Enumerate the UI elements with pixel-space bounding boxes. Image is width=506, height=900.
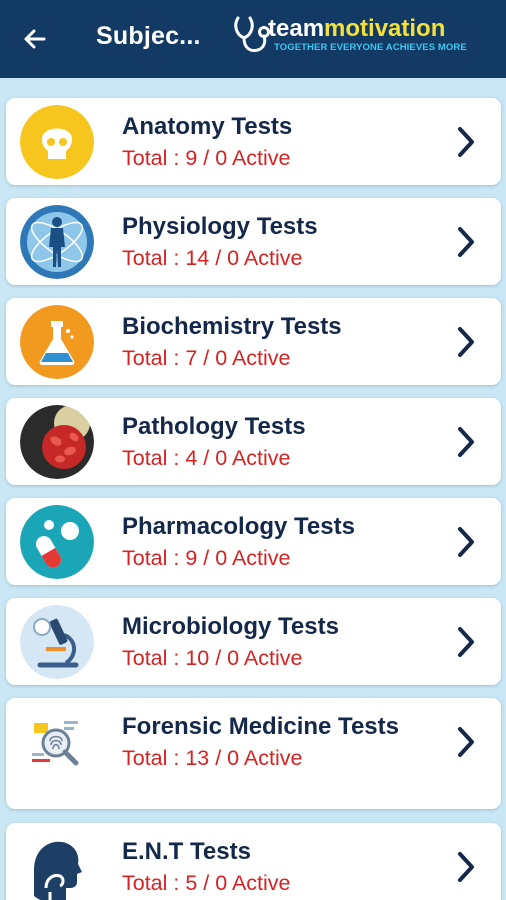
subject-card-pathology[interactable]: Pathology Tests Total : 4 / 0 Active — [6, 398, 501, 485]
subject-title: Forensic Medicine Tests — [122, 713, 399, 740]
subject-card-anatomy[interactable]: Anatomy Tests Total : 9 / 0 Active — [6, 98, 501, 185]
back-button[interactable] — [18, 22, 52, 56]
subject-title: E.N.T Tests — [122, 838, 251, 865]
microscope-icon — [20, 605, 94, 679]
subject-count: Total : 14 / 0 Active — [122, 246, 303, 270]
blood-cells-icon — [20, 405, 94, 479]
subject-title: Pharmacology Tests — [122, 513, 355, 540]
chevron-right-icon — [458, 727, 474, 757]
subject-title: Biochemistry Tests — [122, 313, 342, 340]
subject-title: Pathology Tests — [122, 413, 306, 440]
arrow-left-icon — [24, 29, 46, 49]
app-bar: Subjec... teammotivation TOGETHER EVERYO… — [0, 0, 506, 78]
subject-card-ent[interactable]: E.N.T Tests Total : 5 / 0 Active — [6, 823, 501, 900]
subject-count: Total : 13 / 0 Active — [122, 746, 303, 770]
chevron-right-icon — [458, 427, 474, 457]
brand-logo: teammotivation TOGETHER EVERYONE ACHIEVE… — [232, 14, 482, 60]
subject-count: Total : 4 / 0 Active — [122, 446, 291, 470]
brand-tagline: TOGETHER EVERYONE ACHIEVES MORE — [274, 42, 467, 53]
pills-icon — [20, 505, 94, 579]
brand-name-part1: team — [268, 15, 325, 42]
subject-title: Physiology Tests — [122, 213, 318, 240]
magnifier-fingerprint-icon — [20, 705, 94, 779]
brand-name: teammotivation — [268, 16, 445, 42]
chevron-right-icon — [458, 527, 474, 557]
subject-card-physiology[interactable]: Physiology Tests Total : 14 / 0 Active — [6, 198, 501, 285]
flask-icon — [20, 305, 94, 379]
brand-name-part2: motivation — [324, 15, 446, 42]
page-title: Subjec... — [96, 22, 201, 50]
stethoscope-icon — [234, 16, 270, 52]
subject-card-microbiology[interactable]: Microbiology Tests Total : 10 / 0 Active — [6, 598, 501, 685]
chevron-right-icon — [458, 327, 474, 357]
chevron-right-icon — [458, 127, 474, 157]
subject-count: Total : 5 / 0 Active — [122, 871, 291, 895]
subject-card-forensic-medicine[interactable]: Forensic Medicine Tests Total : 13 / 0 A… — [6, 698, 501, 809]
subject-card-biochemistry[interactable]: Biochemistry Tests Total : 7 / 0 Active — [6, 298, 501, 385]
chevron-right-icon — [458, 852, 474, 882]
subject-title: Microbiology Tests — [122, 613, 339, 640]
chevron-right-icon — [458, 227, 474, 257]
subject-count: Total : 9 / 0 Active — [122, 146, 291, 170]
subject-count: Total : 7 / 0 Active — [122, 346, 291, 370]
subject-title: Anatomy Tests — [122, 113, 293, 140]
subject-count: Total : 9 / 0 Active — [122, 546, 291, 570]
human-body-icon — [20, 205, 94, 279]
subject-count: Total : 10 / 0 Active — [122, 646, 303, 670]
head-profile-icon — [20, 830, 94, 900]
chevron-right-icon — [458, 627, 474, 657]
subject-card-pharmacology[interactable]: Pharmacology Tests Total : 9 / 0 Active — [6, 498, 501, 585]
skull-icon — [20, 105, 94, 179]
